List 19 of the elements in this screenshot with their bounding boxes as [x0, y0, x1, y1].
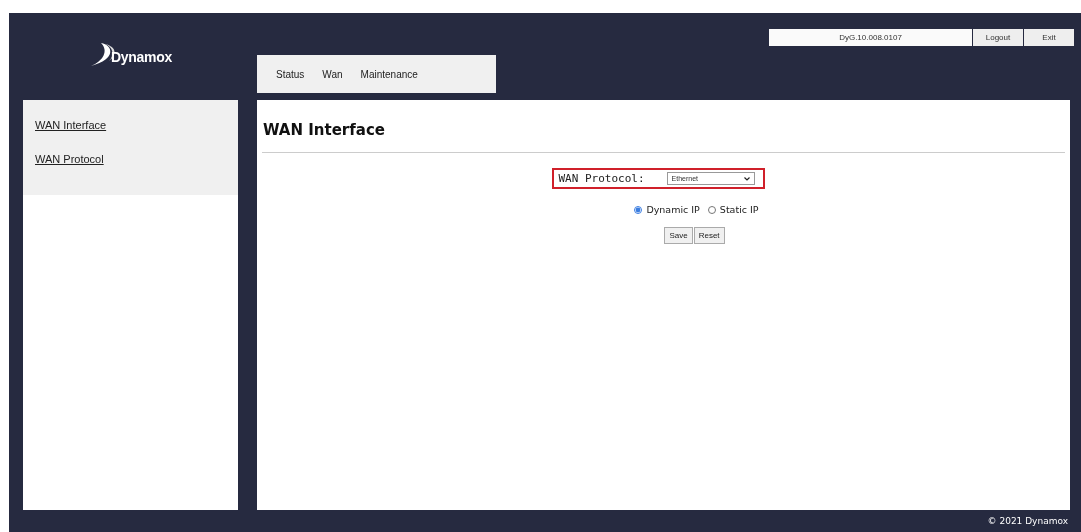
form-button[interactable]: Reset	[693, 227, 725, 244]
page-title: WAN Interface	[263, 121, 385, 139]
header-button[interactable]: Exit	[1024, 29, 1074, 46]
version-label: DyG.10.008.0107	[769, 29, 972, 46]
radio-label: Static IP	[719, 204, 759, 215]
sidebar-link[interactable]: WAN Interface	[35, 119, 107, 131]
nav-tab[interactable]: Maintenance	[351, 68, 427, 80]
logo-text: Dynamox	[111, 49, 172, 65]
sidebar-link[interactable]: WAN Protocol	[35, 153, 104, 165]
radio-button[interactable]	[634, 205, 643, 214]
field-label: WAN Protocol:	[558, 172, 645, 185]
header-button[interactable]: Logout	[973, 29, 1023, 46]
nav-tab[interactable]: Wan	[313, 68, 352, 80]
chevron-icon	[743, 176, 750, 181]
copyright-text: © 2021 Dynamox	[987, 516, 1068, 526]
radio-label: Dynamic IP	[646, 204, 700, 215]
radio-button[interactable]	[707, 205, 716, 214]
nav-tab[interactable]: Status	[267, 68, 314, 80]
form-button[interactable]: Save	[664, 227, 693, 244]
